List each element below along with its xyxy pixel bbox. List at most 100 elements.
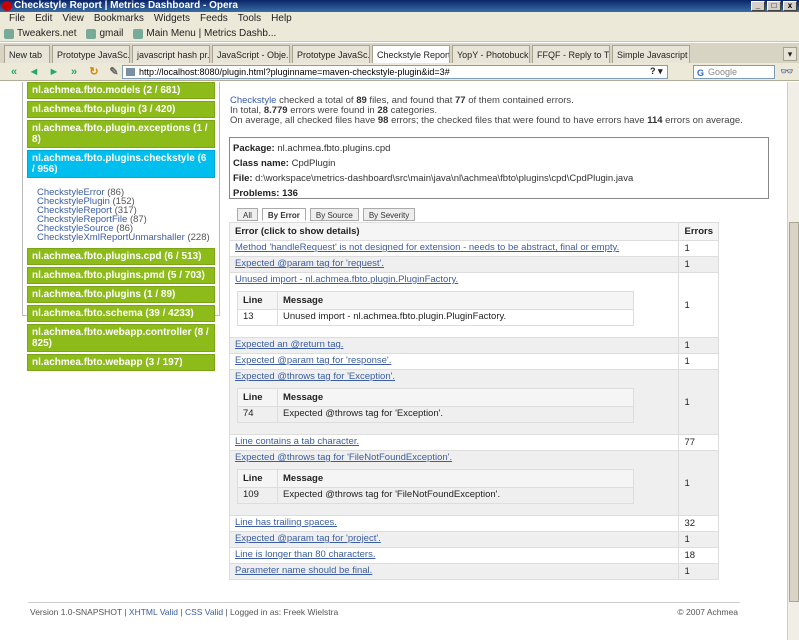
minimize-button[interactable]: _ — [751, 1, 765, 11]
tab-by-source[interactable]: By Source — [309, 208, 359, 221]
error-count: 1 — [678, 353, 719, 370]
error-count: 77 — [678, 434, 719, 451]
footer-divider — [28, 602, 740, 603]
tab-prototype-1[interactable]: Prototype JavaSc...× — [52, 45, 130, 63]
error-count: 1 — [678, 240, 719, 257]
tab-javascript-hash[interactable]: javascript hash pr...× — [132, 45, 210, 63]
vertical-scrollbar[interactable] — [787, 82, 799, 640]
bookmark-main-menu[interactable]: Main Menu | Metrics Dashb... — [133, 26, 276, 41]
table-row: Expected @throws tag for 'FileNotFoundEx… — [228, 450, 719, 516]
error-count: 32 — [678, 515, 719, 532]
menu-view[interactable]: View — [57, 12, 89, 26]
search-input[interactable]: G Google — [693, 65, 775, 79]
window-title-bar: Checkstyle Report | Metrics Dashboard - … — [0, 0, 799, 12]
reload-icon[interactable]: ↻ — [86, 65, 102, 79]
tab-by-severity[interactable]: By Severity — [362, 208, 416, 221]
help-icon[interactable]: ? ▾ — [650, 66, 663, 77]
package-item-selected[interactable]: nl.achmea.fbto.plugins.checkstyle (6 / 9… — [27, 150, 215, 178]
error-link[interactable]: Line is longer than 80 characters. — [235, 549, 375, 560]
tab-checkstyle-report[interactable]: Checkstyle Report...× — [372, 45, 450, 63]
class-row: Class name: CpdPlugin — [233, 158, 336, 169]
bookmark-icon — [133, 28, 144, 39]
checkstyle-summary: Checkstyle checked a total of 89 files, … — [230, 96, 787, 126]
error-link[interactable]: Expected @throws tag for 'FileNotFoundEx… — [235, 452, 452, 463]
error-link[interactable]: Expected an @return tag. — [235, 339, 343, 350]
address-url: http://localhost:8080/plugin.html?plugin… — [139, 67, 450, 77]
error-link[interactable]: Expected @throws tag for 'Exception'. — [235, 371, 395, 382]
package-item[interactable]: nl.achmea.fbto.plugins.cpd (6 / 513) — [27, 248, 215, 265]
file-row: File: d:\workspace\metrics-dashboard\src… — [233, 173, 634, 184]
detail-message: Unused import - nl.achmea.fbto.plugin.Pl… — [277, 309, 634, 326]
error-link[interactable]: Parameter name should be final. — [235, 565, 372, 576]
close-button[interactable]: x — [783, 1, 797, 11]
menu-file[interactable]: File — [4, 12, 30, 26]
maximize-button[interactable]: □ — [767, 1, 781, 11]
package-item[interactable]: nl.achmea.fbto.models (2 / 681) — [27, 82, 215, 99]
package-item[interactable]: nl.achmea.fbto.plugins.pmd (5 / 703) — [27, 267, 215, 284]
menu-edit[interactable]: Edit — [30, 12, 57, 26]
package-item[interactable]: nl.achmea.fbto.schema (39 / 4233) — [27, 305, 215, 322]
tab-new[interactable]: New tab — [4, 45, 50, 63]
detail-header-line: Line — [237, 291, 278, 310]
error-count: 1 — [678, 531, 719, 548]
css-valid-link[interactable]: CSS Valid — [185, 607, 223, 617]
package-item[interactable]: nl.achmea.fbto.webapp.controller (8 / 82… — [27, 324, 215, 352]
error-link[interactable]: Line has trailing spaces. — [235, 517, 337, 528]
menu-widgets[interactable]: Widgets — [149, 12, 195, 26]
error-link[interactable]: Expected @param tag for 'request'. — [235, 258, 384, 269]
xhtml-valid-link[interactable]: XHTML Valid — [129, 607, 178, 617]
error-count: 1 — [678, 369, 719, 435]
bookmark-gmail[interactable]: gmail — [86, 26, 123, 41]
back-icon[interactable]: ◄ — [26, 65, 42, 79]
error-link[interactable]: Method 'handleRequest' is not designed f… — [235, 242, 619, 253]
menu-feeds[interactable]: Feeds — [195, 12, 233, 26]
tab-menu-icon[interactable]: ▾ — [783, 47, 797, 61]
error-link[interactable]: Expected @param tag for 'response'. — [235, 355, 391, 366]
scrollbar-thumb[interactable] — [789, 222, 799, 602]
footer-left: Version 1.0-SNAPSHOT | XHTML Valid | CSS… — [30, 607, 339, 617]
detail-message: Expected @throws tag for 'FileNotFoundEx… — [277, 487, 634, 504]
table-row: Line contains a tab character. 77 — [228, 434, 719, 451]
class-link[interactable]: CheckstyleXmlReportUnmarshaller (228) — [37, 233, 215, 243]
tab-all[interactable]: All — [237, 208, 258, 221]
package-row: Package: nl.achmea.fbto.plugins.cpd — [233, 143, 391, 154]
menu-bookmarks[interactable]: Bookmarks — [89, 12, 149, 26]
error-link[interactable]: Line contains a tab character. — [235, 436, 359, 447]
detail-line: 109 — [237, 487, 278, 504]
package-sidebar: nl.achmea.fbto.models (2 / 681) nl.achme… — [22, 82, 220, 371]
package-item[interactable]: nl.achmea.fbto.plugin.exceptions (1 / 8) — [27, 120, 215, 148]
detail-line: 13 — [237, 309, 278, 326]
error-link[interactable]: Expected @param tag for 'project'. — [235, 533, 381, 544]
table-row: Expected @param tag for 'response'. 1 — [228, 353, 719, 370]
error-count: 1 — [678, 450, 719, 516]
rewind-icon[interactable]: « — [6, 65, 22, 79]
detail-row: 13 Unused import - nl.achmea.fbto.plugin.… — [237, 309, 634, 326]
error-link[interactable]: Unused import - nl.achmea.fbto.plugin.Pl… — [235, 274, 458, 285]
bookmark-tweakers[interactable]: Tweakers.net — [4, 26, 76, 41]
zoom-glasses-icon[interactable]: 👓 — [780, 65, 794, 78]
error-count: 18 — [678, 547, 719, 564]
tab-yopy[interactable]: YopY - Photobuck...× — [452, 45, 530, 63]
error-count: 1 — [678, 272, 719, 338]
detail-row: 74 Expected @throws tag for 'Exception'. — [237, 406, 634, 423]
tab-simple-javascript[interactable]: Simple Javascript ...× — [612, 45, 690, 63]
tab-by-error[interactable]: By Error — [261, 208, 306, 221]
forward-icon[interactable]: ► — [46, 65, 62, 79]
edit-icon[interactable]: ✎ — [106, 65, 122, 79]
package-item[interactable]: nl.achmea.fbto.plugin (3 / 420) — [27, 101, 215, 118]
page-icon — [126, 68, 135, 76]
tab-javascript-obje[interactable]: JavaScript - Obje...× — [212, 45, 290, 63]
detail-message: Expected @throws tag for 'Exception'. — [277, 406, 634, 423]
errors-table: Error (click to show details) Errors Met… — [228, 222, 719, 580]
error-detail-table: Line Message 109 Expected @throws tag for … — [237, 469, 634, 504]
menu-tools[interactable]: Tools — [233, 12, 266, 26]
fast-forward-icon[interactable]: » — [66, 65, 82, 79]
address-bar[interactable]: http://localhost:8080/plugin.html?plugin… — [122, 65, 668, 79]
package-item[interactable]: nl.achmea.fbto.webapp (3 / 197) — [27, 354, 215, 371]
copyright: © 2007 Achmea — [677, 607, 738, 617]
tab-prototype-2[interactable]: Prototype JavaSc...× — [292, 45, 370, 63]
page-viewport: nl.achmea.fbto.models (2 / 681) nl.achme… — [0, 82, 787, 640]
package-item[interactable]: nl.achmea.fbto.plugins (1 / 89) — [27, 286, 215, 303]
tab-ffqf[interactable]: FFQF - Reply to T...× — [532, 45, 610, 63]
menu-help[interactable]: Help — [266, 12, 297, 26]
